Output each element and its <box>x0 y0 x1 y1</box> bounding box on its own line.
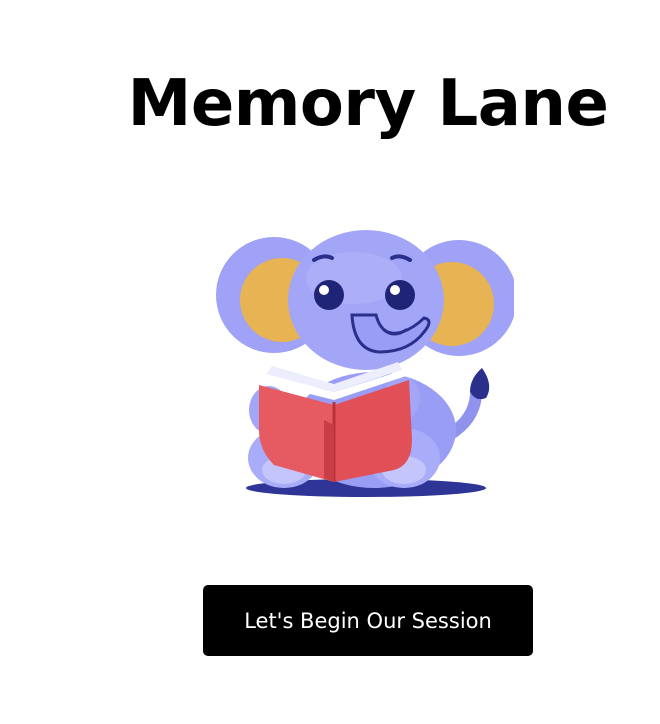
page-title: Memory Lane <box>127 67 609 141</box>
elephant-mascot <box>214 220 517 505</box>
elephant-reading-book-icon <box>216 230 517 497</box>
start-session-button[interactable]: Let's Begin Our Session <box>203 585 533 656</box>
